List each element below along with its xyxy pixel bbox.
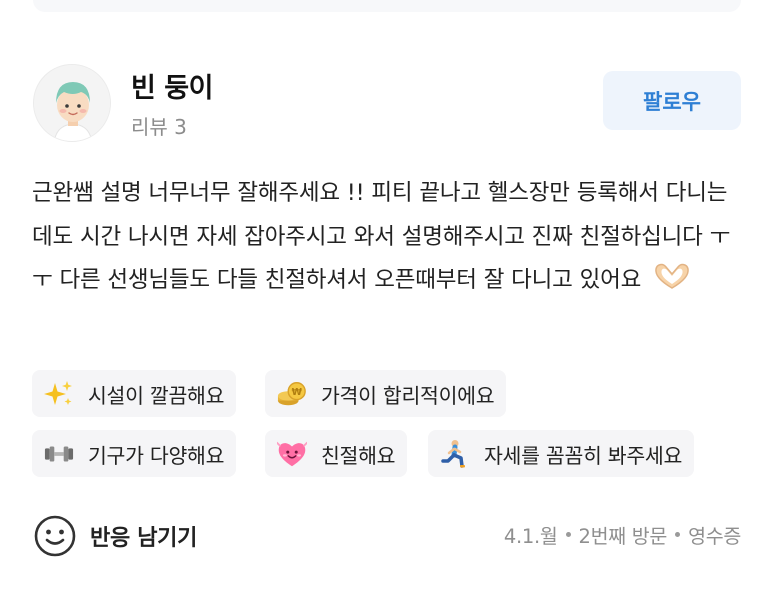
heart-hands-emoji-icon [652,261,692,307]
smiley-face-icon [34,515,76,557]
dumbbell-icon [44,439,74,469]
separator-dot [675,532,681,537]
svg-text:₩: ₩ [292,386,303,397]
review-text: 근완쌤 설명 너무너무 잘해주세요 !! 피티 끝나고 헬스장만 등록해서 다니… [32,172,744,307]
review-text-content: 근완쌤 설명 너무너무 잘해주세요 !! 피티 끝나고 헬스장만 등록해서 다니… [32,180,731,293]
review-meta: 4.1.월 2번째 방문 영수증 [504,520,741,549]
keyword-chip-kind: 친절해요 [265,430,408,477]
react-button-label: 반응 남기기 [90,526,198,551]
review-count: 리뷰 3 [131,115,187,139]
visit-date: 4.1.월 [503,525,558,548]
separator-dot [565,532,571,537]
keyword-chip-various-equipment: 기구가 다양해요 [32,430,237,477]
visit-count: 2번째 방문 [578,525,668,548]
lunge-person-icon [440,439,470,469]
coins-icon: ₩ [277,379,307,409]
keyword-label: 시설이 깔끔해요 [88,383,225,408]
keyword-label: 자세를 꼼꼼히 봐주세요 [484,443,683,468]
previous-card-edge [33,0,741,12]
react-button[interactable]: 반응 남기기 [33,514,197,558]
avatar[interactable] [33,64,111,142]
follow-button[interactable]: 팔로우 [603,71,741,130]
keyword-chip-reasonable-price: ₩ 가격이 합리적이에요 [265,370,507,417]
avatar-illustration-icon [34,65,110,141]
verification-type: 영수증 [688,525,741,548]
keyword-label: 기구가 다양해요 [88,443,225,468]
keyword-chip-clean-facility: 시설이 깔끔해요 [32,370,237,417]
sparkles-icon [44,379,74,409]
reviewer-name[interactable]: 빈 둥이 [131,66,213,105]
keyword-label: 가격이 합리적이에요 [321,383,495,408]
keyword-chip-posture-check: 자세를 꼼꼼히 봐주세요 [428,430,695,477]
heart-icon [277,439,307,469]
keyword-label: 친절해요 [321,443,396,468]
